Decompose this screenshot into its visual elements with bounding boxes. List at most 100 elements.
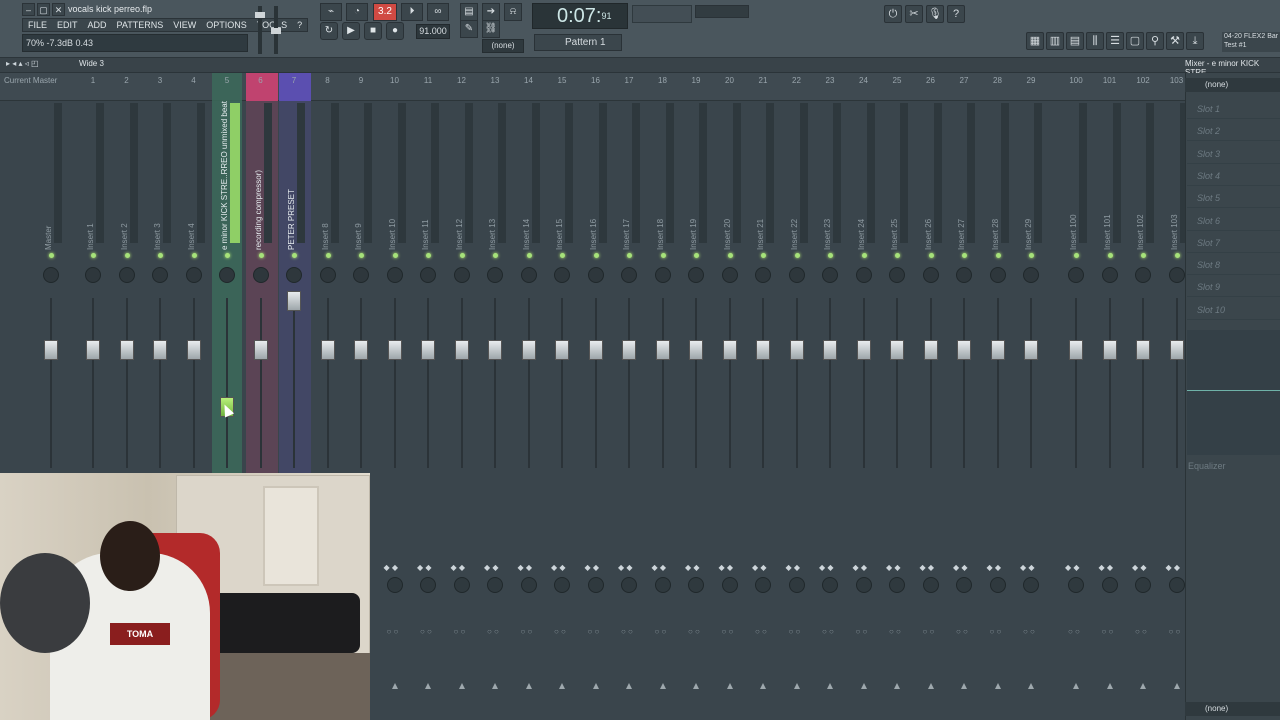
- bell-icon[interactable]: ⍾: [504, 3, 522, 21]
- pan-knob[interactable]: [855, 267, 872, 283]
- tools-icon[interactable]: ⚒: [1166, 32, 1184, 50]
- volume-fader[interactable]: [287, 291, 301, 311]
- channel-strip[interactable]: recording compressor): [246, 105, 276, 250]
- tempo-icon[interactable]: ⚲: [1146, 32, 1164, 50]
- stereo-swap-icon[interactable]: ◆ ◆: [786, 563, 801, 572]
- volume-fader[interactable]: [1136, 340, 1150, 360]
- channel-strip[interactable]: Insert 102: [1128, 105, 1158, 250]
- route-arrow-icon[interactable]: [860, 683, 867, 689]
- channel-enable-led[interactable]: [761, 253, 766, 258]
- effect-slot[interactable]: Slot 1: [1187, 99, 1280, 119]
- stereo-swap-icon[interactable]: ◆ ◆: [417, 563, 432, 572]
- channel-enable-led[interactable]: [292, 253, 297, 258]
- stereo-swap-icon[interactable]: ◆ ◆: [685, 563, 700, 572]
- pan-knob[interactable]: [922, 267, 939, 283]
- stereo-separation-knob[interactable]: [386, 577, 403, 593]
- close-button[interactable]: ✕: [52, 3, 65, 16]
- volume-fader[interactable]: [44, 340, 58, 360]
- stereo-swap-icon[interactable]: ◆ ◆: [1099, 563, 1114, 572]
- volume-fader[interactable]: [454, 340, 469, 360]
- channel-enable-led[interactable]: [1107, 253, 1113, 258]
- channel-rack-icon[interactable]: ▥: [1046, 32, 1064, 50]
- channel-enable-led[interactable]: [526, 253, 532, 258]
- channel-enable-led[interactable]: [828, 253, 833, 258]
- pan-knob[interactable]: [520, 267, 537, 283]
- route-arrow-icon[interactable]: [659, 683, 666, 689]
- volume-fader[interactable]: [957, 340, 971, 360]
- volume-fader[interactable]: [488, 340, 502, 360]
- volume-fader[interactable]: [1024, 340, 1038, 360]
- channel-strip[interactable]: Insert 10: [380, 105, 410, 250]
- stereo-separation-knob[interactable]: [755, 577, 771, 593]
- routing-dots-icon[interactable]: ○ ○: [956, 627, 968, 636]
- effects-preset-selector[interactable]: (none): [1185, 78, 1280, 92]
- channel-enable-led[interactable]: [895, 253, 900, 258]
- route-arrow-icon[interactable]: [1106, 683, 1113, 689]
- channel-strip[interactable]: Insert 26: [916, 105, 946, 250]
- route-arrow-icon[interactable]: [592, 683, 599, 689]
- volume-fader[interactable]: [823, 340, 837, 360]
- stereo-separation-knob[interactable]: [855, 577, 872, 593]
- routing-dots-icon[interactable]: ○ ○: [923, 627, 935, 636]
- cut-icon[interactable]: ✂: [905, 5, 923, 23]
- mixer-arrows-icon[interactable]: ▸ ◂ ▴ ◃ ◰: [6, 59, 39, 68]
- route-arrow-icon[interactable]: [994, 683, 1001, 689]
- stereo-separation-knob[interactable]: [889, 577, 905, 593]
- stereo-swap-icon[interactable]: ◆ ◆: [987, 563, 1002, 572]
- route-arrow-icon[interactable]: [961, 683, 967, 689]
- pan-knob[interactable]: [420, 267, 436, 283]
- pan-knob[interactable]: [889, 267, 905, 283]
- route-arrow-icon[interactable]: [1140, 683, 1146, 689]
- stereo-swap-icon[interactable]: ◆ ◆: [484, 563, 499, 572]
- wait-icon[interactable]: ◔: [346, 3, 368, 21]
- layout-selector[interactable]: Wide 3: [79, 59, 104, 68]
- pan-knob[interactable]: [252, 267, 269, 283]
- effect-slot[interactable]: Slot 2: [1187, 121, 1280, 142]
- volume-fader[interactable]: [789, 340, 804, 360]
- routing-dots-icon[interactable]: ○ ○: [454, 627, 466, 636]
- stereo-separation-knob[interactable]: [1135, 577, 1151, 593]
- channel-strip[interactable]: Insert 3: [145, 105, 175, 250]
- tempo-display[interactable]: 91.000: [416, 24, 450, 39]
- pan-knob[interactable]: [788, 267, 805, 283]
- routing-dots-icon[interactable]: ○ ○: [889, 627, 901, 636]
- menu-add[interactable]: ADD: [83, 19, 112, 31]
- channel-strip[interactable]: Insert 2: [112, 105, 142, 250]
- route-arrow-icon[interactable]: [793, 683, 800, 689]
- plugin-icon[interactable]: ▢: [1126, 32, 1144, 50]
- channel-strip[interactable]: Insert 11: [413, 105, 443, 250]
- volume-fader[interactable]: [1069, 340, 1083, 360]
- routing-dots-icon[interactable]: ○ ○: [1102, 627, 1114, 636]
- channel-enable-led[interactable]: [727, 253, 733, 258]
- channel-strip[interactable]: e minor KICK STRE..RREO unmixed beat: [212, 101, 242, 250]
- stereo-separation-knob[interactable]: [621, 577, 637, 593]
- effect-slot[interactable]: Slot 5: [1187, 188, 1280, 209]
- volume-fader[interactable]: [86, 340, 100, 360]
- channel-enable-led[interactable]: [91, 253, 96, 258]
- pan-knob[interactable]: [219, 267, 235, 283]
- routing-dots-icon[interactable]: ○ ○: [755, 627, 767, 636]
- pan-knob[interactable]: [386, 267, 403, 283]
- volume-fader[interactable]: [320, 340, 335, 360]
- pan-knob[interactable]: [587, 267, 604, 283]
- menu-file[interactable]: FILE: [23, 19, 52, 31]
- volume-fader[interactable]: [689, 340, 703, 360]
- pan-knob[interactable]: [319, 267, 336, 283]
- channel-strip[interactable]: Insert 22: [782, 105, 812, 250]
- stereo-swap-icon[interactable]: ◆ ◆: [1132, 563, 1147, 572]
- pan-knob[interactable]: [1168, 267, 1185, 283]
- pan-knob[interactable]: [353, 267, 369, 283]
- news-panel[interactable]: 04-20 FLEX2 Bar Test #1: [1222, 32, 1280, 52]
- routing-dots-icon[interactable]: ○ ○: [789, 627, 801, 636]
- routing-dots-icon[interactable]: ○ ○: [1135, 627, 1147, 636]
- stereo-separation-knob[interactable]: [1068, 577, 1084, 593]
- channel-strip[interactable]: Insert 12: [447, 105, 477, 250]
- stereo-separation-knob[interactable]: [520, 577, 537, 593]
- volume-fader[interactable]: [119, 340, 134, 360]
- step-icon[interactable]: ⏵: [401, 3, 423, 21]
- mixer-icon[interactable]: ⫼: [1086, 32, 1104, 50]
- channel-enable-led[interactable]: [359, 253, 364, 258]
- pan-knob[interactable]: [1023, 267, 1039, 283]
- stop-button[interactable]: ■: [364, 22, 382, 40]
- volume-fader[interactable]: [354, 340, 368, 360]
